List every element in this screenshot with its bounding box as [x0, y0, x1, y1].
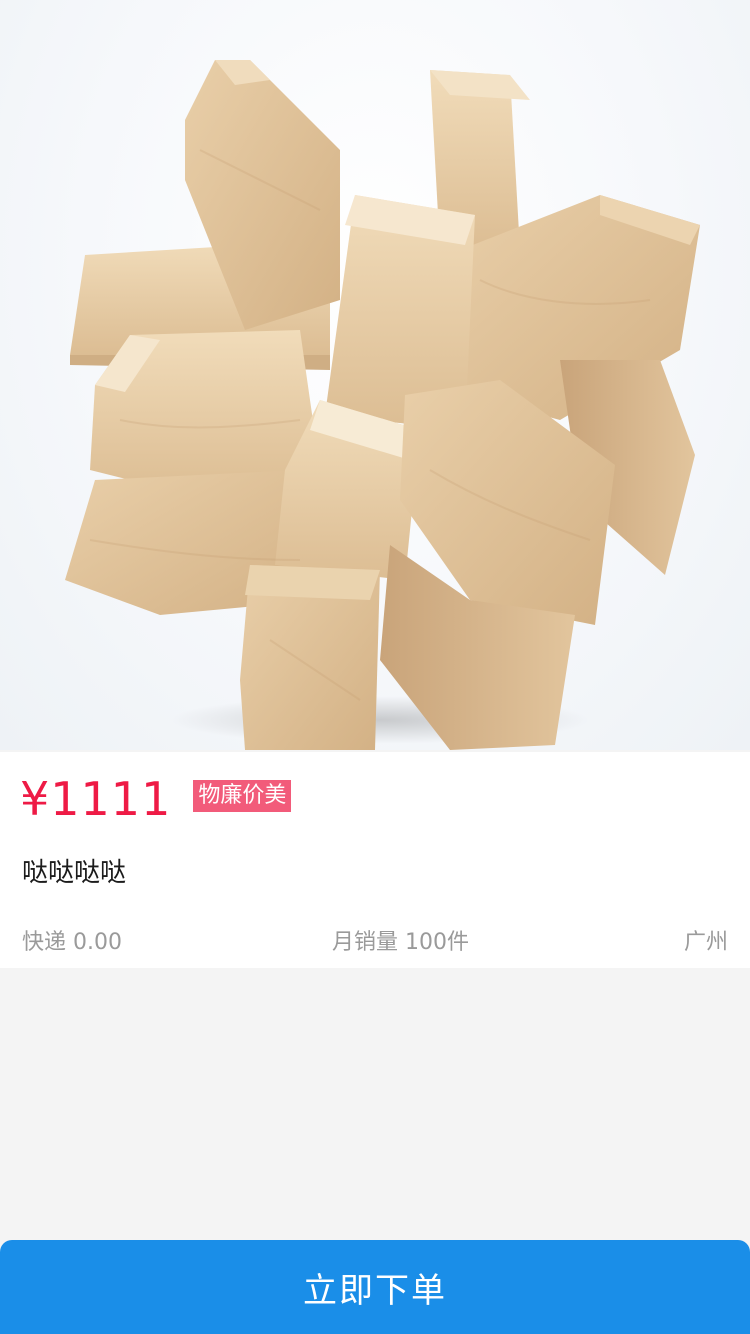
order-now-button[interactable]: 立即下单	[0, 1240, 750, 1334]
product-title: 哒哒哒哒	[22, 858, 127, 888]
price-row: ¥1111 物廉价美	[20, 764, 292, 834]
price: ¥1111	[20, 772, 172, 826]
wooden-puzzle-image	[65, 60, 700, 750]
monthly-sales: 月销量 100件	[332, 930, 469, 955]
shipping-fee: 快递 0.00	[22, 930, 122, 955]
promo-tag: 物廉价美	[193, 780, 292, 812]
product-image[interactable]	[0, 0, 750, 750]
location: 广州	[683, 930, 728, 955]
meta-row: 快递 0.00 月销量 100件 广州	[22, 924, 728, 955]
product-info-panel: ¥1111 物廉价美 哒哒哒哒 快递 0.00 月销量 100件 广州	[0, 752, 750, 968]
